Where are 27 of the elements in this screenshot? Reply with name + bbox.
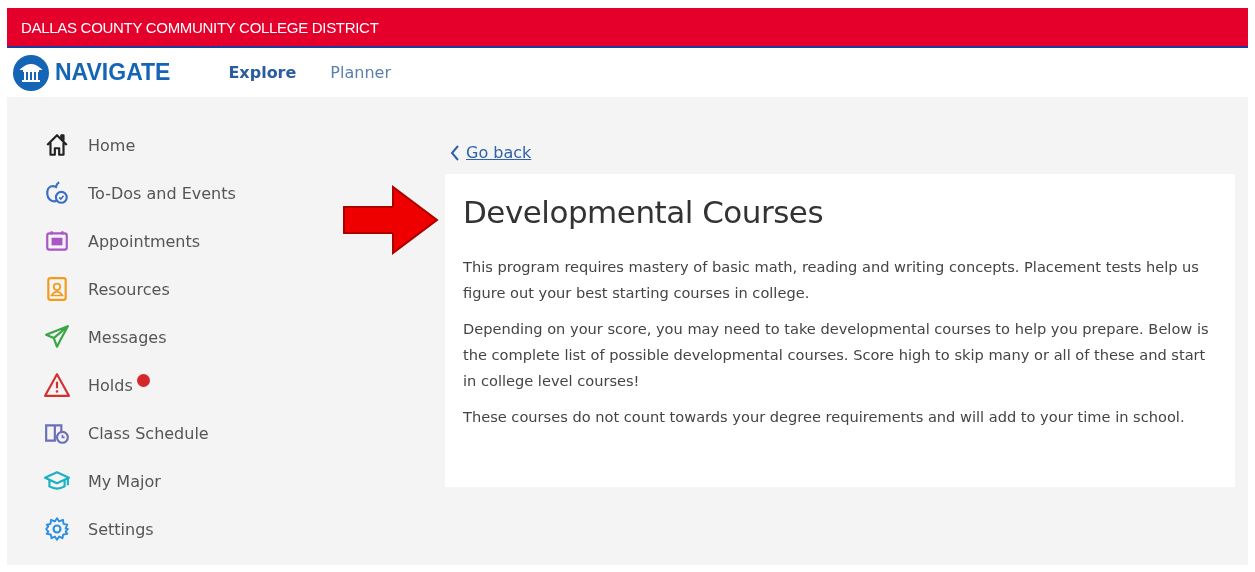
nav-tab[interactable]: Explore [228, 63, 297, 82]
gear-icon [44, 516, 70, 542]
body-paragraph: This program requires mastery of basic math, reading and writing concepts. Placement tests help us figure out your best starting courses in college. [463, 257, 1200, 303]
body-paragraph: Depending on your score, you may need to take developmental courses to help you prepare. Below is the complete list of possible developmental courses. Score high to skip many or all of these and start in college level courses! [463, 319, 1210, 391]
building-logo-icon [13, 54, 49, 91]
sidebar-item[interactable]: Settings [88, 519, 154, 539]
contact-card-icon [44, 276, 70, 302]
go-back-link[interactable]: Go back [466, 143, 532, 162]
district-title: DALLAS COUNTY COMMUNITY COLLEGE DISTRICT [21, 18, 379, 36]
sidebar-item[interactable]: Home [88, 135, 136, 155]
sidebar-item[interactable]: Class Schedule [88, 423, 209, 443]
apple-check-icon [44, 180, 70, 206]
chevron-left-icon [450, 144, 460, 161]
sidebar-item[interactable]: Holds [88, 375, 133, 395]
app-logo: NAVIGATE [55, 59, 171, 86]
nav-tab[interactable]: Planner [330, 63, 391, 82]
sidebar-item[interactable]: Appointments [88, 231, 201, 251]
paper-plane-icon [44, 324, 70, 350]
house-icon [44, 132, 70, 158]
sidebar-item[interactable]: My Major [88, 471, 161, 491]
sidebar-item[interactable]: Resources [88, 279, 170, 299]
sidebar-item[interactable]: Messages [88, 327, 167, 347]
body-paragraph: These courses do not count towards your degree requirements and will add to your time in school. [463, 407, 1186, 427]
calendar-icon [44, 228, 70, 254]
page-title: Developmental Courses [463, 194, 825, 230]
sidebar-item[interactable]: To-Dos and Events [88, 183, 236, 203]
warning-icon [44, 372, 70, 398]
